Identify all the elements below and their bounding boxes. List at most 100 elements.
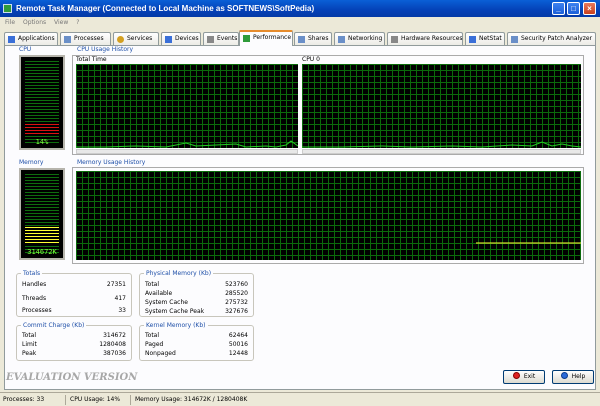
kernel-row-nonpaged: Nonpaged 12448 [145,350,248,358]
physical-memory-title: Physical Memory (Kb) [144,270,214,277]
commit-row-total: Total 314672 [22,332,126,340]
label: Total [145,281,160,288]
commit-row-peak: Peak 387036 [22,350,126,358]
value: 62464 [228,332,248,339]
tab-label: Applications [18,35,55,42]
help-button[interactable]: Help [552,370,594,384]
tab-label: Performance [253,34,292,41]
tab-label: Shares [308,35,329,42]
memory-meter: 314672K [19,168,65,260]
performance-panel: CPU 14% CPU Usage History Total Time CPU… [4,45,596,390]
totals-row-threads: Threads 417 [22,295,126,303]
kernel-memory-group: Kernel Memory (Kb) Total 62464 Paged 500… [139,322,254,361]
cpu0-graph [302,64,581,148]
label: Limit [22,341,37,348]
label: Handles [22,281,47,288]
exit-button[interactable]: Exit [503,370,545,384]
memory-meter-value: 314672K [27,248,57,256]
devices-icon [165,36,172,43]
tab-label: Security Patch Analyzer [521,35,593,42]
cpu-total-scrollbar[interactable] [76,149,298,154]
help-label: Help [571,373,586,380]
kernel-memory-title: Kernel Memory (Kb) [144,322,208,329]
tab-netstat[interactable]: NetStat [465,32,505,45]
physical-row-system-cache: System Cache 275732 [145,299,248,307]
tab-label: Processes [74,35,104,42]
physical-row-total: Total 523760 [145,281,248,289]
tab-label: Networking [348,35,383,42]
processes-icon [64,36,71,43]
shares-icon [298,36,305,43]
tab-networking[interactable]: Networking [334,32,385,45]
netstat-icon [469,36,476,43]
totals-row-processes: Processes 33 [22,307,126,315]
value: 50016 [228,341,248,348]
menu-help[interactable]: ? [76,19,79,26]
label: Nonpaged [145,350,176,357]
tab-label: Hardware Resources [401,35,463,42]
status-bar: Processes: 33 CPU Usage: 14% Memory Usag… [0,392,600,406]
totals-group: Totals Handles 27351 Threads 417 Process… [16,270,132,317]
value: 33 [118,307,126,314]
label: Threads [22,295,47,302]
menu-file[interactable]: File [5,19,15,26]
status-processes: Processes: 33 [0,395,66,405]
tab-devices[interactable]: Devices [161,32,201,45]
physical-memory-group: Physical Memory (Kb) Total 523760 Availa… [139,270,254,317]
graph-title-cpu0: CPU 0 [302,56,320,63]
totals-row-handles: Handles 27351 [22,281,126,289]
menu-bar: File Options View ? [0,17,600,29]
tab-services[interactable]: Services [113,32,159,45]
value: 1280408 [99,341,126,348]
networking-icon [338,36,345,43]
cpu-meter: 14% [19,55,65,150]
tab-shares[interactable]: Shares [294,32,332,45]
cpu-meter-value: 14% [35,138,49,146]
cpu0-scrollbar[interactable] [302,149,581,154]
cpu-history-label: CPU Usage History [77,46,134,53]
value: 523760 [225,281,248,288]
label: Total [145,332,160,339]
tab-security-patch-analyzer[interactable]: Security Patch Analyzer [507,32,596,45]
tab-performance[interactable]: Performance [239,30,293,46]
status-memory: Memory Usage: 314672K / 1280408K [135,396,248,403]
value: 417 [114,295,126,302]
tab-bar: Applications Processes Services Devices … [4,30,596,46]
tab-applications[interactable]: Applications [4,32,58,45]
value: 285520 [225,290,248,297]
menu-options[interactable]: Options [23,19,46,26]
applications-icon [8,36,15,43]
cpu-meter-fill [25,124,59,134]
app-icon [3,4,12,13]
value: 27351 [106,281,126,288]
memory-label: Memory [19,159,44,166]
label: Available [145,290,173,297]
memory-history-group [72,167,584,264]
hardware-icon [391,36,398,43]
value: 327676 [225,308,248,315]
help-icon [560,372,568,379]
memory-meter-fill [25,227,59,244]
maximize-button[interactable]: □ [567,2,580,15]
tab-hardware-resources[interactable]: Hardware Resources [387,32,463,45]
cpu-total-line [76,140,298,148]
label: Processes [22,307,52,314]
value: 387036 [103,350,126,357]
tab-events[interactable]: Events [203,32,239,45]
cpu0-line [302,141,581,148]
totals-title: Totals [21,270,43,277]
tab-processes[interactable]: Processes [60,32,111,45]
cpu-total-graph [76,64,298,148]
label: Total [22,332,37,339]
tab-label: Events [217,35,238,42]
minimize-button[interactable]: _ [552,2,565,15]
events-icon [207,36,214,43]
memory-history-label: Memory Usage History [77,159,146,166]
memory-history-graph [76,171,581,260]
menu-view[interactable]: View [54,19,68,26]
exit-label: Exit [523,373,536,380]
value: 314672 [103,332,126,339]
close-button[interactable]: × [583,2,596,15]
kernel-row-total: Total 62464 [145,332,248,340]
commit-charge-group: Commit Charge (Kb) Total 314672 Limit 12… [16,322,132,361]
